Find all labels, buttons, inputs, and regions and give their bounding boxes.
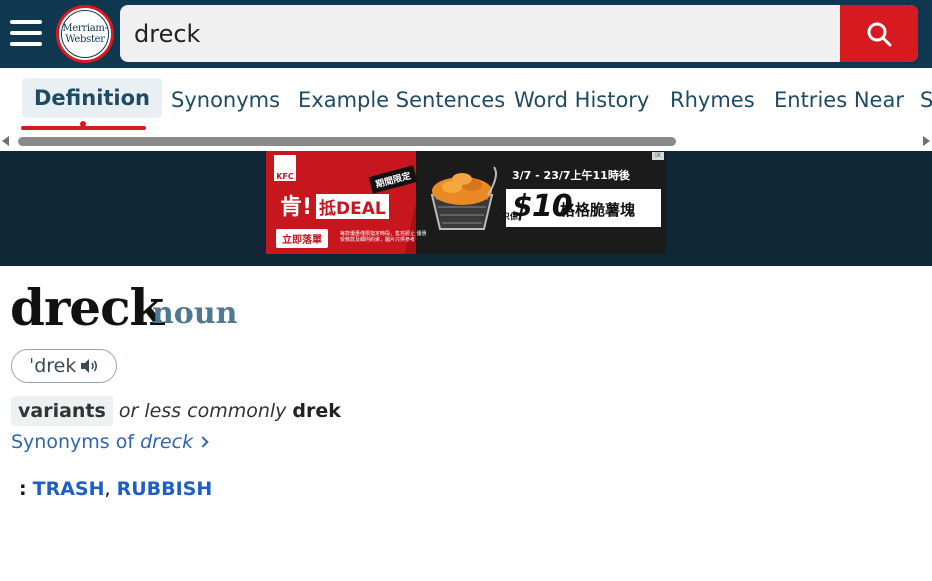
variant-word: drek (292, 400, 341, 422)
ad-close-icon[interactable]: iX (652, 152, 664, 160)
active-tab-underline (21, 126, 146, 130)
search-icon (867, 22, 892, 46)
pronunciation-button[interactable]: ˈdrek (11, 349, 117, 383)
ad-headline-prefix: 肯! (280, 195, 313, 220)
logo-line-2: Webster (65, 34, 105, 45)
search-bar (120, 5, 918, 62)
definition-link-rubbish[interactable]: RUBBISH (117, 478, 213, 500)
synonyms-link-prefix: Synonyms of (11, 431, 141, 453)
definition-link-trash[interactable]: TRASH (33, 478, 105, 500)
fries-basket-image (430, 166, 497, 230)
ad-banner-area: KFC 肯! 抵DEAL 期間限定 立即落單 每款優惠僅限指定時段，售完即止 優惠… (0, 151, 932, 266)
tab-overflow[interactable]: S (920, 88, 932, 112)
ad-order-button[interactable]: 立即落單 (276, 229, 328, 248)
ad-fine-print: 每款優惠僅限指定時段，售完即止 優惠受條款及細則約束，圖片只供參考 (340, 231, 427, 243)
tab-word-history[interactable]: Word History (514, 88, 649, 112)
tab-rhymes[interactable]: Rhymes (670, 88, 755, 112)
definition-colon: : (19, 478, 27, 500)
entry-tabs: Definition Synonyms Example Sentences Wo… (0, 68, 932, 150)
tab-synonyms[interactable]: Synonyms (171, 88, 280, 112)
kfc-logo-text: KFC (276, 172, 294, 181)
advertisement[interactable]: KFC 肯! 抵DEAL 期間限定 立即落單 每款優惠僅限指定時段，售完即止 優惠… (266, 151, 666, 254)
kfc-logo: KFC (274, 155, 296, 181)
part-of-speech-link[interactable]: noun (152, 296, 237, 331)
logo-ring: Merriam- Webster (61, 10, 109, 58)
tab-definition[interactable]: Definition (22, 78, 163, 118)
logo-line-1: Merriam- (62, 23, 108, 34)
ad-badge: 期間限定 (368, 165, 418, 194)
tab-example-sentences[interactable]: Example Sentences (298, 88, 505, 112)
synonyms-link-word: dreck (140, 431, 194, 453)
chevron-right-icon (197, 436, 209, 448)
variants-row: variants or less commonly drek (11, 394, 341, 428)
tab-entries-near[interactable]: Entries Near (774, 88, 904, 112)
headword: dreck (10, 278, 164, 337)
definition-line: : TRASH, RUBBISH (19, 478, 212, 500)
synonyms-link[interactable]: Synonyms of dreck (11, 431, 209, 453)
pronunciation-text: ˈdrek (29, 355, 77, 377)
scroll-left-arrow-icon[interactable] (2, 136, 9, 146)
tabs-scrollbar[interactable] (0, 134, 932, 148)
ad-date: 3/7 - 23/7上午11時後 (512, 169, 630, 182)
merriam-webster-logo[interactable]: Merriam- Webster (56, 5, 114, 63)
top-header: Merriam- Webster (0, 0, 932, 68)
search-button[interactable] (840, 5, 918, 62)
hamburger-menu-icon[interactable] (10, 20, 42, 46)
ad-product: 格格脆薯塊 (560, 201, 636, 219)
variants-conjunction: or less commonly (118, 400, 287, 422)
search-input[interactable] (120, 5, 840, 62)
header-edge (918, 0, 932, 68)
scroll-right-arrow-icon[interactable] (923, 136, 930, 146)
speaker-icon (81, 359, 98, 373)
definition-separator: , (104, 478, 117, 500)
scroll-thumb[interactable] (18, 137, 676, 146)
variants-label: variants (11, 396, 113, 426)
ad-headline-deal: 抵DEAL (316, 194, 389, 219)
